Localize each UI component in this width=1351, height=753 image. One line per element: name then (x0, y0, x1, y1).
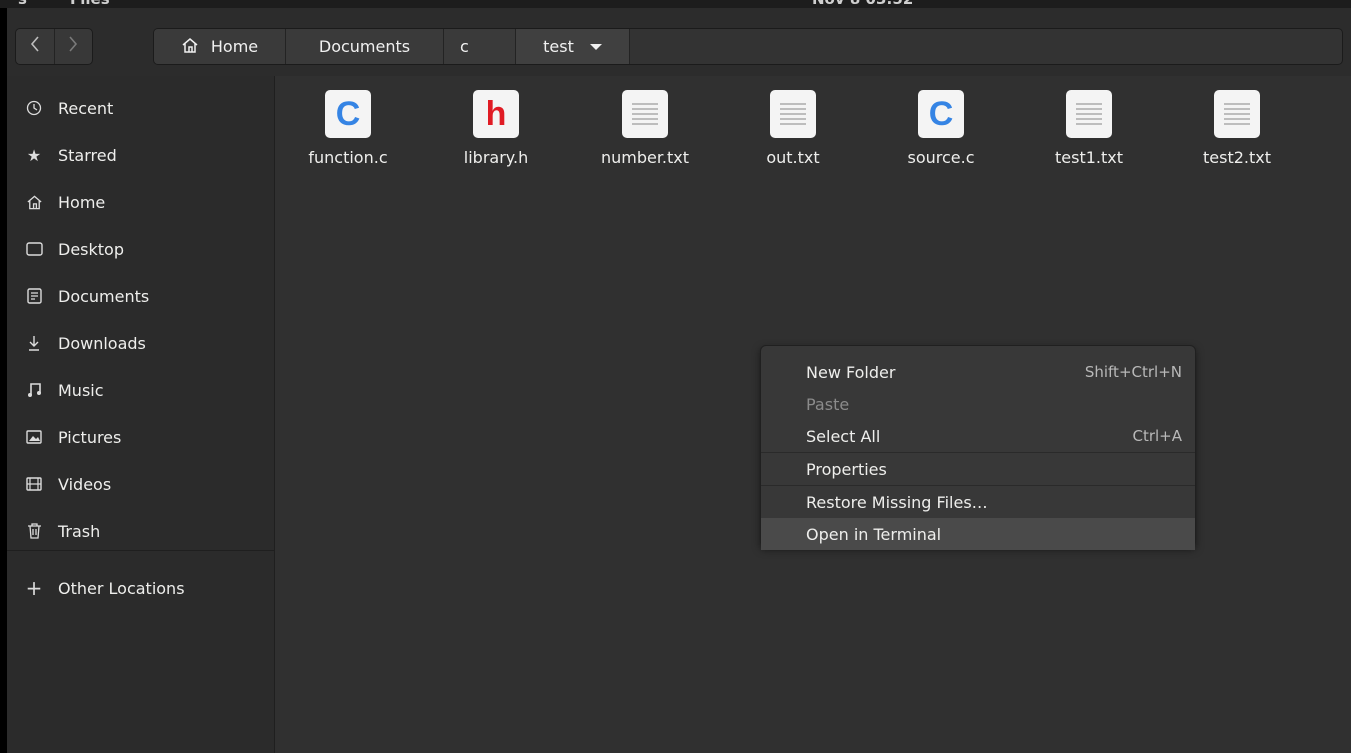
clock-icon (24, 100, 44, 116)
sidebar-item-recent[interactable]: Recent (7, 85, 274, 131)
sidebar-item-other-locations[interactable]: + Other Locations (7, 565, 274, 611)
sidebar-item-starred[interactable]: ★ Starred (7, 132, 274, 178)
sidebar-item-label: Starred (58, 145, 117, 165)
sidebar-item-downloads[interactable]: Downloads (7, 320, 274, 366)
sidebar-item-pictures[interactable]: Pictures (7, 414, 274, 460)
file-item[interactable]: out.txt (728, 86, 858, 167)
music-icon (24, 382, 44, 398)
file-name: test1.txt (1054, 148, 1123, 167)
sidebar-item-label: Downloads (58, 333, 146, 353)
caret-down-icon (589, 43, 602, 50)
home-icon (24, 194, 44, 210)
menu-item-paste: Paste (806, 394, 850, 414)
path-bar: Home Documents c test (153, 28, 1343, 65)
breadcrumb-test[interactable]: test (516, 29, 630, 64)
file-name: test2.txt (1202, 148, 1271, 167)
picture-icon (24, 430, 44, 444)
sidebar-item-label: Desktop (58, 239, 124, 259)
breadcrumb-c[interactable]: c (444, 29, 516, 64)
activities-fragment[interactable]: s (18, 0, 27, 8)
c-source-file-icon: C (325, 90, 371, 138)
header-bar: Home Documents c test (7, 8, 1351, 76)
menu-item-open-in-terminal[interactable]: Open in Terminal (761, 518, 1195, 550)
file-item[interactable]: C source.c (876, 86, 1006, 167)
sidebar-item-videos[interactable]: Videos (7, 461, 274, 507)
c-header-file-icon: h (473, 90, 519, 138)
shortcut-label: Shift+Ctrl+N (1084, 363, 1182, 381)
top-bar: s Files Nov 8 03:52 (0, 0, 1351, 8)
text-file-icon (1214, 90, 1260, 138)
file-item[interactable]: h library.h (431, 86, 561, 167)
download-icon (24, 335, 44, 351)
sidebar-separator (7, 550, 274, 551)
file-name: source.c (907, 148, 975, 167)
sidebar-item-label: Videos (58, 474, 112, 494)
chevron-left-icon (30, 36, 40, 57)
chevron-right-icon (68, 36, 78, 57)
navigation-buttons (15, 28, 93, 65)
document-icon (24, 288, 44, 304)
sidebar-item-label: Other Locations (58, 578, 185, 598)
sidebar-item-label: Recent (58, 98, 114, 118)
breadcrumb-label: Home (210, 37, 259, 56)
sidebar-item-label: Home (58, 192, 106, 212)
trash-icon (24, 523, 44, 539)
clock-fragment[interactable]: Nov 8 03:52 (812, 0, 913, 8)
file-item[interactable]: C function.c (283, 86, 413, 167)
context-menu: New Folder Shift+Ctrl+N Paste Select All… (760, 345, 1196, 550)
desktop-icon (24, 242, 44, 256)
file-item[interactable]: number.txt (580, 86, 710, 167)
sidebar-item-documents[interactable]: Documents (7, 273, 274, 319)
file-name: number.txt (600, 148, 690, 167)
c-source-file-icon: C (918, 90, 964, 138)
breadcrumb-home[interactable]: Home (154, 29, 286, 64)
menu-item-restore-missing-files[interactable]: Restore Missing Files… (761, 486, 1195, 518)
menu-item-new-folder[interactable]: New Folder Shift+Ctrl+N (761, 356, 1195, 388)
star-icon: ★ (26, 145, 42, 165)
back-button[interactable] (16, 29, 54, 64)
file-item[interactable]: test1.txt (1024, 86, 1154, 167)
breadcrumb-label: c (460, 37, 469, 56)
forward-button[interactable] (53, 29, 93, 64)
app-menu-fragment[interactable]: Files (70, 0, 110, 8)
sidebar-item-label: Trash (58, 521, 101, 541)
sidebar: Recent ★ Starred Home Desktop Documents (7, 76, 275, 753)
sidebar-item-label: Pictures (58, 427, 122, 447)
file-name: function.c (308, 148, 388, 167)
plus-icon: + (25, 576, 43, 600)
file-name: out.txt (766, 148, 820, 167)
menu-item-properties[interactable]: Properties (761, 453, 1195, 485)
sidebar-item-label: Music (58, 380, 104, 400)
text-file-icon (770, 90, 816, 138)
file-item[interactable]: test2.txt (1172, 86, 1302, 167)
breadcrumb-label: Documents (318, 37, 411, 56)
sidebar-item-desktop[interactable]: Desktop (7, 226, 274, 272)
menu-item-select-all[interactable]: Select All Ctrl+A (761, 420, 1195, 452)
sidebar-item-label: Documents (58, 286, 150, 306)
shortcut-label: Ctrl+A (1132, 427, 1182, 445)
breadcrumb-label: test (543, 37, 574, 56)
text-file-icon (1066, 90, 1112, 138)
file-name: library.h (463, 148, 529, 167)
home-icon (181, 37, 199, 57)
text-file-icon (622, 90, 668, 138)
sidebar-item-music[interactable]: Music (7, 367, 274, 413)
sidebar-item-home[interactable]: Home (7, 179, 274, 225)
sidebar-item-trash[interactable]: Trash (7, 508, 274, 554)
breadcrumb-documents[interactable]: Documents (286, 29, 444, 64)
video-icon (24, 477, 44, 491)
